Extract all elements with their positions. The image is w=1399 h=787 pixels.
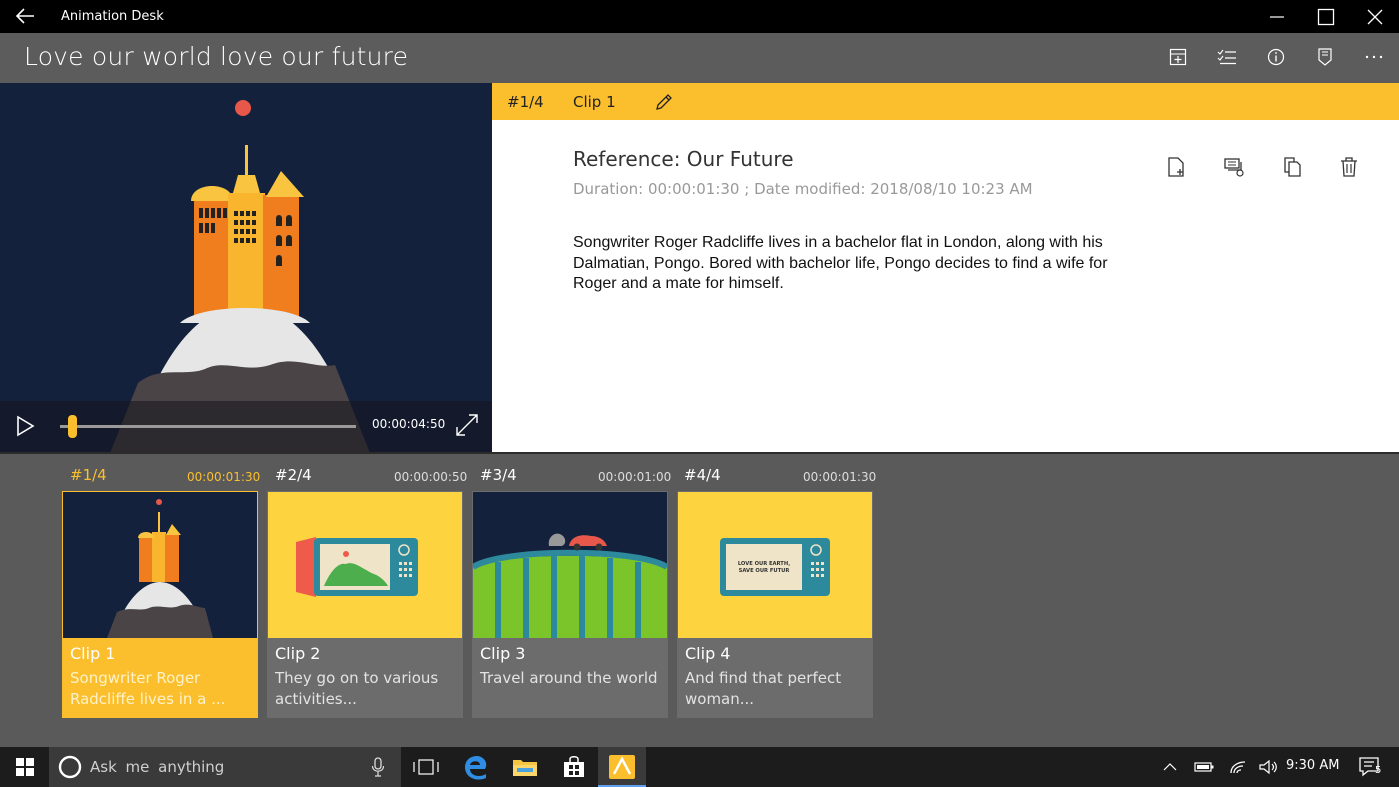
maximize-icon[interactable] xyxy=(1301,0,1350,33)
document-header: Love our world love our future xyxy=(0,33,1399,83)
preview-player: 00:00:04:50 xyxy=(0,83,492,453)
scrub-track[interactable] xyxy=(60,415,356,438)
windows-start-icon[interactable] xyxy=(0,747,49,787)
clip-card-duration: 00:00:01:00 xyxy=(598,470,672,484)
action-center-icon[interactable]: 5 xyxy=(1350,747,1390,787)
scrub-handle[interactable] xyxy=(67,415,77,438)
clip-thumbnail xyxy=(268,492,462,638)
clip-card-description: Travel around the world xyxy=(480,669,658,687)
chevron-up-icon[interactable] xyxy=(1158,747,1182,787)
search-placeholder: Ask me anything xyxy=(90,758,225,776)
animation-desk-taskbar-icon[interactable] xyxy=(598,747,646,787)
clip-card-title: Clip 3 xyxy=(480,644,526,663)
notification-count: 5 xyxy=(1375,765,1382,776)
clip-card-duration: 00:00:00:50 xyxy=(394,470,468,484)
clip-card[interactable]: Clip 1 Songwriter Roger Radcliffe lives … xyxy=(62,491,258,718)
app-name: Animation Desk xyxy=(61,9,164,24)
more-icon[interactable] xyxy=(1362,45,1386,69)
clip-card-duration: 00:00:01:30 xyxy=(803,470,877,484)
wifi-icon[interactable] xyxy=(1224,747,1252,787)
clip-header-bar: #1/4 Clip 1 xyxy=(492,83,1399,120)
clip-name: Clip 1 xyxy=(573,93,616,111)
clip-timeline: #1/4 00:00:01:30 #2/4 00:00:00:50 #3/4 0… xyxy=(0,454,1399,747)
export-icon[interactable] xyxy=(1313,45,1337,69)
clip-card-title: Clip 4 xyxy=(685,644,731,663)
clip-card[interactable]: Clip 3 Travel around the world xyxy=(472,491,668,718)
edit-pencil-icon[interactable] xyxy=(654,92,674,116)
clip-thumbnail: LOVE OUR EARTH, SAVE OUR FUTUR xyxy=(678,492,872,638)
windows-taskbar: Ask me anything 9:30 AM 5 xyxy=(0,747,1399,787)
clip-card-number: #2/4 xyxy=(275,466,312,484)
volume-icon[interactable] xyxy=(1256,747,1282,787)
checklist-icon[interactable] xyxy=(1215,45,1239,69)
clip-card-title: Clip 1 xyxy=(70,644,116,663)
taskbar-clock[interactable]: 9:30 AM xyxy=(1286,758,1339,773)
clip-description: Songwriter Roger Radcliffe lives in a ba… xyxy=(573,234,1108,292)
file-explorer-icon[interactable] xyxy=(502,747,548,787)
clip-card-description: Songwriter Roger Radcliffe lives in a ..… xyxy=(70,669,226,708)
microphone-icon[interactable] xyxy=(371,757,385,781)
clip-card[interactable]: Clip 2 They go on to various activities.… xyxy=(267,491,463,718)
clip-details-panel: #1/4 Clip 1 Reference: Our Future Durati… xyxy=(492,83,1399,453)
clip-card-description: They go on to various activities... xyxy=(275,669,439,708)
info-icon[interactable] xyxy=(1264,45,1288,69)
copy-icon[interactable] xyxy=(1282,156,1304,178)
clip-card-number: #4/4 xyxy=(684,466,721,484)
clip-card-duration: 00:00:01:30 xyxy=(187,470,261,484)
fullscreen-icon[interactable] xyxy=(455,413,479,441)
clip-meta: Duration: 00:00:01:30 ; Date modified: 2… xyxy=(573,180,1033,198)
clip-card-number: #1/4 xyxy=(70,466,107,484)
store-icon[interactable] xyxy=(551,747,597,787)
thumbnail-caption: LOVE OUR EARTH, SAVE OUR FUTUR xyxy=(738,561,790,574)
close-icon[interactable] xyxy=(1350,0,1399,33)
minimize-icon[interactable] xyxy=(1252,0,1301,33)
task-view-icon[interactable] xyxy=(404,747,448,787)
clip-card-number: #3/4 xyxy=(480,466,517,484)
battery-icon[interactable] xyxy=(1190,747,1218,787)
clip-number: #1/4 xyxy=(507,93,544,111)
player-controls: 00:00:04:50 xyxy=(0,401,492,453)
back-arrow-icon[interactable] xyxy=(14,6,36,26)
clip-thumbnail xyxy=(473,492,667,638)
play-icon[interactable] xyxy=(14,414,36,442)
player-time: 00:00:04:50 xyxy=(372,417,446,431)
cortana-icon xyxy=(58,755,82,783)
clip-card-title: Clip 2 xyxy=(275,644,321,663)
title-bar: Animation Desk xyxy=(0,0,1399,33)
clip-card[interactable]: LOVE OUR EARTH, SAVE OUR FUTUR Clip 4 And… xyxy=(677,491,873,718)
reference-title: Reference: Our Future xyxy=(573,147,794,171)
clip-thumbnail xyxy=(63,492,257,638)
clip-card-description: And find that perfect woman... xyxy=(685,669,842,708)
delete-icon[interactable] xyxy=(1338,156,1360,178)
layers-icon[interactable] xyxy=(1223,156,1245,178)
add-frame-icon[interactable] xyxy=(1166,45,1190,69)
document-title: Love our world love our future xyxy=(24,42,409,71)
search-input[interactable]: Ask me anything xyxy=(49,747,401,787)
preview-illustration xyxy=(0,83,492,453)
new-page-icon[interactable] xyxy=(1165,156,1187,178)
edge-browser-icon[interactable] xyxy=(453,747,499,787)
